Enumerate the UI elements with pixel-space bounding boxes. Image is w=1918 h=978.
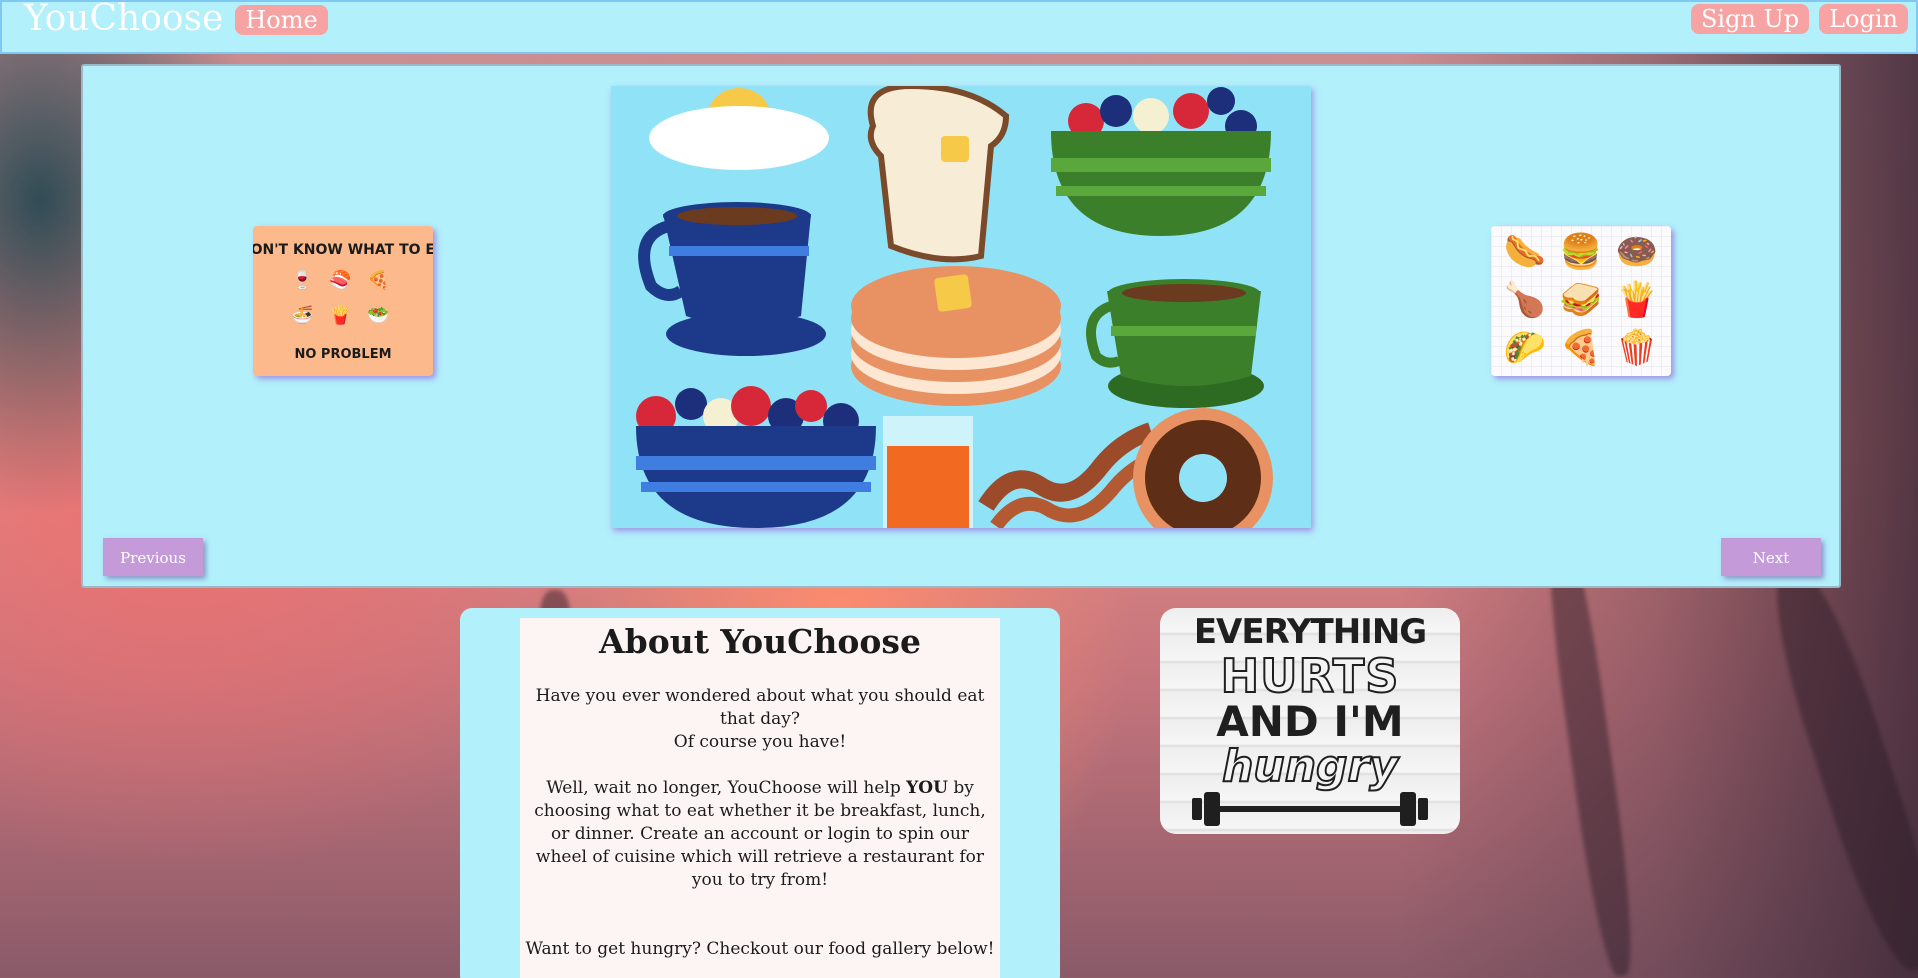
- hotdog-icon: 🌭: [1503, 232, 1547, 272]
- slide-footer: NO PROBLEM: [294, 347, 392, 362]
- noodle-bowl-icon: 🍜: [291, 305, 314, 326]
- bacon-icon: [978, 422, 1159, 528]
- sushi-icon: 🍣: [329, 270, 352, 291]
- everything-hurts-image: EVERYTHING HURTS AND I'M hungry: [1160, 608, 1460, 834]
- fast-food-icon-grid: 🌭 🍔 🍩 🍗 🥪 🍟 🌮 🍕 🍿: [1499, 230, 1663, 370]
- carousel-slide-active: [611, 86, 1311, 528]
- burger-icon: 🍔: [1559, 232, 1603, 272]
- chicken-leg-icon: 🍗: [1503, 280, 1547, 320]
- nav-actions: Sign Up Login: [1690, 4, 1908, 34]
- green-tea-cup-icon: [1086, 279, 1264, 408]
- about-paragraph: Well, wait no longer, YouChoose will hel…: [524, 777, 996, 892]
- orange-juice-icon: [883, 416, 973, 528]
- about-card: About YouChoose Have you ever wondered a…: [460, 608, 1060, 978]
- taco-icon: 🌮: [1503, 328, 1547, 368]
- about-text: Have you ever wondered about what you sh…: [520, 685, 1000, 961]
- navbar: YouChoose Home Sign Up Login: [0, 0, 1918, 54]
- carousel-slide-previous[interactable]: DON'T KNOW WHAT TO EAT 🍷 🍣 🍕 🍜 🍟 🥗 NO PR…: [253, 226, 433, 376]
- fries-icon: 🍟: [329, 305, 352, 326]
- about-text-part: Well, wait no longer, YouChoose will hel…: [546, 778, 907, 798]
- food-icon-grid: 🍷 🍣 🍕 🍜 🍟 🥗: [291, 270, 391, 326]
- about-paragraph: Have you ever wondered about what you sh…: [535, 686, 985, 729]
- donut-icon: [1133, 408, 1273, 528]
- barbell-icon: [1192, 792, 1428, 826]
- brand-logo[interactable]: YouChoose: [24, 1, 223, 37]
- fries-icon: 🍟: [1615, 280, 1659, 320]
- donut-icon: 🍩: [1615, 232, 1659, 272]
- pizza-icon: 🍕: [367, 270, 390, 291]
- pancakes-icon: [851, 266, 1061, 406]
- login-button[interactable]: Login: [1819, 4, 1908, 34]
- breakfast-illustration: [636, 86, 1273, 528]
- pizza-icon: 🍕: [1559, 328, 1603, 368]
- about-emphasis: YOU: [906, 778, 948, 798]
- about-title: About YouChoose: [599, 622, 921, 661]
- blue-fruit-bowl-icon: [636, 386, 876, 528]
- image-carousel: DON'T KNOW WHAT TO EAT 🍷 🍣 🍕 🍜 🍟 🥗 NO PR…: [81, 64, 1841, 588]
- toast-icon: [867, 86, 1010, 263]
- home-button[interactable]: Home: [235, 5, 328, 35]
- about-paragraph: Want to get hungry? Checkout our food ga…: [525, 939, 995, 959]
- blue-coffee-cup-icon: [638, 202, 826, 356]
- popcorn-icon: 🍿: [1615, 328, 1659, 368]
- sign-up-button[interactable]: Sign Up: [1690, 4, 1810, 34]
- about-paragraph: Of course you have!: [673, 732, 847, 752]
- previous-button[interactable]: Previous: [103, 538, 203, 576]
- about-content: About YouChoose Have you ever wondered a…: [520, 618, 1000, 978]
- fruit-bowl-icon: [1051, 87, 1271, 236]
- sun-cloud-icon: [649, 88, 829, 170]
- carousel-slide-next[interactable]: 🌭 🍔 🍩 🍗 🥪 🍟 🌮 🍕 🍿: [1491, 226, 1671, 376]
- salad-icon: 🥗: [367, 305, 390, 326]
- next-button[interactable]: Next: [1721, 538, 1821, 576]
- sandwich-icon: 🥪: [1559, 280, 1603, 320]
- wine-icon: 🍷: [291, 270, 314, 291]
- slide-title: DON'T KNOW WHAT TO EAT: [253, 242, 433, 258]
